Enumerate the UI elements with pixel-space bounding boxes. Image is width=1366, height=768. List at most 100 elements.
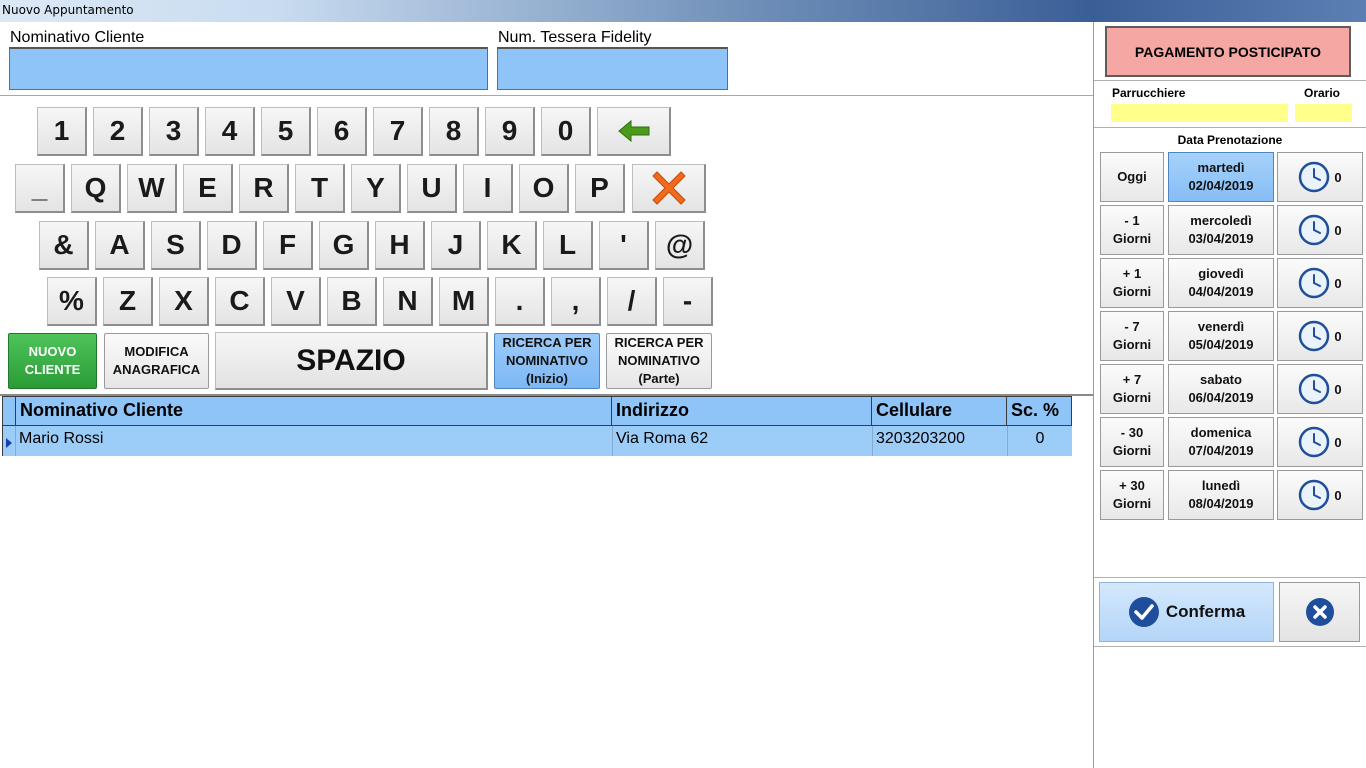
- key-row4-7[interactable]: M: [439, 277, 489, 326]
- appointments-count-button-5[interactable]: 0: [1277, 417, 1363, 467]
- key-row3-2[interactable]: S: [151, 221, 201, 270]
- date-date-label: 05/04/2019: [1188, 337, 1254, 352]
- appointments-count-button-4[interactable]: 0: [1277, 364, 1363, 414]
- key-row4-11[interactable]: -: [663, 277, 713, 326]
- key-row2-3[interactable]: E: [183, 164, 233, 213]
- deferred-payment-button[interactable]: PAGAMENTO POSTICIPATO: [1105, 26, 1351, 77]
- header-name[interactable]: Nominativo Cliente: [15, 396, 612, 426]
- appointments-count-button-6[interactable]: 0: [1277, 470, 1363, 520]
- appointments-count-button-1[interactable]: 0: [1277, 205, 1363, 255]
- check-icon: [1128, 597, 1159, 627]
- date-button-6[interactable]: lunedì 08/04/2019: [1168, 470, 1274, 520]
- card-input[interactable]: [497, 47, 728, 90]
- cancel-button[interactable]: [1279, 582, 1360, 642]
- key-row2-6[interactable]: Y: [351, 164, 401, 213]
- date-button-1[interactable]: mercoledì 03/04/2019: [1168, 205, 1274, 255]
- new-client-button[interactable]: NUOVO CLIENTE: [8, 333, 97, 389]
- key-row4-8[interactable]: .: [495, 277, 545, 326]
- key-row4-6[interactable]: N: [383, 277, 433, 326]
- name-input[interactable]: [9, 47, 488, 90]
- key-row2-5[interactable]: T: [295, 164, 345, 213]
- key-row4-0[interactable]: %: [47, 277, 97, 326]
- offset-button-5[interactable]: - 30 Giorni: [1100, 417, 1164, 467]
- edit-client-button[interactable]: MODIFICA ANAGRAFICA: [104, 333, 209, 389]
- backspace-key[interactable]: [597, 107, 671, 156]
- offset-label: - 7: [1124, 319, 1140, 334]
- appointments-count-button-2[interactable]: 0: [1277, 258, 1363, 308]
- hairdresser-field[interactable]: [1111, 104, 1288, 122]
- key-row3-8[interactable]: K: [487, 221, 537, 270]
- date-button-2[interactable]: giovedì 04/04/2019: [1168, 258, 1274, 308]
- appointments-count: 0: [1334, 169, 1342, 185]
- offset-button-1[interactable]: - 1 Giorni: [1100, 205, 1164, 255]
- key-row1-2[interactable]: 3: [149, 107, 199, 156]
- key-row1-5[interactable]: 6: [317, 107, 367, 156]
- date-button-3[interactable]: venerdì 05/04/2019: [1168, 311, 1274, 361]
- key-row3-10[interactable]: ': [599, 221, 649, 270]
- key-row3-3[interactable]: D: [207, 221, 257, 270]
- offset-button-4[interactable]: + 7 Giorni: [1100, 364, 1164, 414]
- key-row3-11[interactable]: @: [655, 221, 705, 270]
- offset-button-3[interactable]: - 7 Giorni: [1100, 311, 1164, 361]
- date-button-5[interactable]: domenica 07/04/2019: [1168, 417, 1274, 467]
- date-day-label: lunedì: [1201, 478, 1241, 493]
- key-row3-6[interactable]: H: [375, 221, 425, 270]
- key-row1-9[interactable]: 0: [541, 107, 591, 156]
- key-row2-7[interactable]: U: [407, 164, 457, 213]
- key-row1-8[interactable]: 9: [485, 107, 535, 156]
- date-date-label: 04/04/2019: [1188, 284, 1254, 299]
- offset-button-2[interactable]: + 1 Giorni: [1100, 258, 1164, 308]
- offset-button-6[interactable]: + 30 Giorni: [1100, 470, 1164, 520]
- confirm-button[interactable]: Conferma: [1099, 582, 1274, 642]
- key-row4-2[interactable]: X: [159, 277, 209, 326]
- search-part-label-2: NOMINATIVO: [617, 353, 701, 368]
- key-row1-1[interactable]: 2: [93, 107, 143, 156]
- side-panel: PAGAMENTO POSTICIPATO Parrucchiere Orari…: [1094, 22, 1366, 768]
- key-row4-1[interactable]: Z: [103, 277, 153, 326]
- header-address[interactable]: Indirizzo: [611, 396, 872, 426]
- key-row4-3[interactable]: C: [215, 277, 265, 326]
- key-row3-5[interactable]: G: [319, 221, 369, 270]
- row-indicator: [2, 426, 15, 456]
- key-row1-7[interactable]: 8: [429, 107, 479, 156]
- appointments-count-button-0[interactable]: 0: [1277, 152, 1363, 202]
- cell-phone[interactable]: 3203203200: [872, 426, 1007, 456]
- header-phone[interactable]: Cellulare: [871, 396, 1007, 426]
- offset-button-0[interactable]: Oggi: [1100, 152, 1164, 202]
- cell-name[interactable]: Mario Rossi: [15, 426, 612, 456]
- time-field[interactable]: [1295, 104, 1352, 122]
- key-row2-8[interactable]: I: [463, 164, 513, 213]
- cell-address[interactable]: Via Roma 62: [612, 426, 872, 456]
- key-row3-7[interactable]: J: [431, 221, 481, 270]
- header-discount[interactable]: Sc. %: [1006, 396, 1072, 426]
- key-row3-0[interactable]: &: [39, 221, 89, 270]
- date-button-0[interactable]: martedì 02/04/2019: [1168, 152, 1274, 202]
- key-row2-10[interactable]: P: [575, 164, 625, 213]
- key-row1-6[interactable]: 7: [373, 107, 423, 156]
- key-row4-4[interactable]: V: [271, 277, 321, 326]
- key-row1-0[interactable]: 1: [37, 107, 87, 156]
- key-row3-4[interactable]: F: [263, 221, 313, 270]
- key-row2-1[interactable]: Q: [71, 164, 121, 213]
- key-row3-9[interactable]: L: [543, 221, 593, 270]
- space-key[interactable]: SPAZIO: [215, 332, 488, 390]
- appointments-count-button-3[interactable]: 0: [1277, 311, 1363, 361]
- date-button-4[interactable]: sabato 06/04/2019: [1168, 364, 1274, 414]
- key-row4-10[interactable]: /: [607, 277, 657, 326]
- search-part-button[interactable]: RICERCA PER NOMINATIVO (Parte): [606, 333, 712, 389]
- clear-key[interactable]: [632, 164, 706, 213]
- key-row1-3[interactable]: 4: [205, 107, 255, 156]
- key-row3-1[interactable]: A: [95, 221, 145, 270]
- appointments-count: 0: [1334, 328, 1342, 344]
- search-start-button[interactable]: RICERCA PER NOMINATIVO (Inizio): [494, 333, 600, 389]
- main-panel: Nominativo Cliente Num. Tessera Fidelity…: [0, 22, 1094, 768]
- key-row2-4[interactable]: R: [239, 164, 289, 213]
- key-row4-9[interactable]: ,: [551, 277, 601, 326]
- key-row4-5[interactable]: B: [327, 277, 377, 326]
- cell-discount[interactable]: 0: [1007, 426, 1072, 456]
- key-row1-4[interactable]: 5: [261, 107, 311, 156]
- key-row2-9[interactable]: O: [519, 164, 569, 213]
- key-row2-2[interactable]: W: [127, 164, 177, 213]
- date-date-label: 08/04/2019: [1188, 496, 1254, 511]
- key-row2-0[interactable]: _: [15, 164, 65, 213]
